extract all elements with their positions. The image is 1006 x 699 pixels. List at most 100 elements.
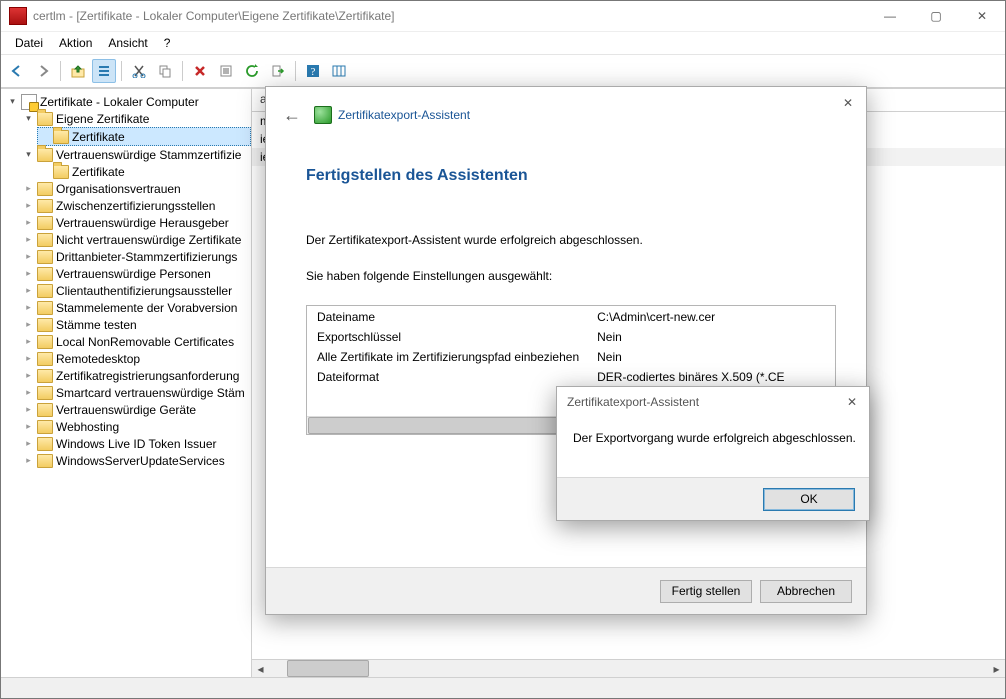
tree-label: Drittanbieter-Stammzertifizierungs	[56, 250, 237, 264]
tree-node[interactable]: ▸Nicht vertrauenswürdige Zertifikate	[21, 231, 251, 248]
finish-button[interactable]: Fertig stellen	[660, 580, 752, 603]
help-icon: ?	[306, 64, 320, 78]
setting-key: Dateiformat	[309, 368, 587, 386]
tree-node[interactable]: ▸Organisationsvertrauen	[21, 180, 251, 197]
certificates-root-icon	[21, 94, 37, 110]
tree-node[interactable]: ▸Vertrauenswürdige Herausgeber	[21, 214, 251, 231]
folder-icon	[37, 335, 53, 349]
tree-label: Remotedesktop	[56, 352, 140, 366]
tree-node[interactable]: ▸Stammelemente der Vorabversion	[21, 299, 251, 316]
tree-node[interactable]: ▸Vertrauenswürdige Geräte	[21, 401, 251, 418]
scroll-left-icon[interactable]: ◂	[252, 660, 269, 677]
menu-action[interactable]: Aktion	[51, 34, 100, 52]
folder-icon	[37, 369, 53, 383]
nav-back-button[interactable]	[5, 59, 29, 83]
tree-panel[interactable]: ▾Zertifikate - Lokaler Computer▾Eigene Z…	[1, 89, 252, 677]
maximize-button[interactable]: ▢	[913, 1, 959, 31]
setting-row: DateiformatDER-codiertes binäres X.509 (…	[309, 368, 833, 386]
tree-node[interactable]: ▾Vertrauenswürdige Stammzertifizie	[21, 146, 251, 163]
scroll-right-icon[interactable]: ▸	[988, 660, 1005, 677]
tree-node[interactable]: ▾Eigene Zertifikate	[21, 110, 251, 127]
export-wizard-dialog: ← Zertifikatexport-Assistent ✕ Fertigste…	[265, 86, 867, 615]
messagebox-close-button[interactable]: ✕	[841, 391, 863, 413]
tree-label: Vertrauenswürdige Stammzertifizie	[56, 148, 241, 162]
tree-node[interactable]: ·Zertifikate	[37, 163, 251, 180]
minimize-button[interactable]: —	[867, 1, 913, 31]
export-button[interactable]	[266, 59, 290, 83]
refresh-button[interactable]	[240, 59, 264, 83]
help-button[interactable]: ?	[301, 59, 325, 83]
wizard-done-text: Der Zertifikatexport-Assistent wurde erf…	[306, 233, 826, 247]
tree-node[interactable]: ▸Drittanbieter-Stammzertifizierungs	[21, 248, 251, 265]
columns-button[interactable]	[327, 59, 351, 83]
tree-node[interactable]: ▸WindowsServerUpdateServices	[21, 452, 251, 469]
tree-node[interactable]: ▸Stämme testen	[21, 316, 251, 333]
folder-icon	[37, 284, 53, 298]
tree-node[interactable]: ▸Zertifikatregistrierungsanforderung	[21, 367, 251, 384]
toolbar-separator	[295, 61, 296, 81]
delete-button[interactable]	[188, 59, 212, 83]
folder-icon	[37, 148, 53, 162]
setting-row: ExportschlüsselNein	[309, 328, 833, 346]
horizontal-scrollbar[interactable]: ◂ ▸	[252, 659, 1005, 677]
toolbar-separator	[121, 61, 122, 81]
window-title: certlm - [Zertifikate - Lokaler Computer…	[33, 9, 394, 23]
tree-label: Stämme testen	[56, 318, 137, 332]
nav-forward-button[interactable]	[31, 59, 55, 83]
cancel-button[interactable]: Abbrechen	[760, 580, 852, 603]
menu-file[interactable]: Datei	[7, 34, 51, 52]
wizard-close-button[interactable]: ✕	[838, 93, 858, 113]
tree-label: Zertifikatregistrierungsanforderung	[56, 369, 239, 383]
tree-node[interactable]: ·Zertifikate	[37, 127, 251, 146]
tree-root-node[interactable]: ▾Zertifikate - Lokaler Computer	[5, 93, 251, 110]
wizard-icon	[314, 106, 332, 124]
messagebox-title-text: Zertifikatexport-Assistent	[567, 395, 699, 409]
statusbar	[1, 677, 1005, 698]
columns-icon	[332, 64, 346, 78]
titlebar[interactable]: certlm - [Zertifikate - Lokaler Computer…	[1, 1, 1005, 32]
copy-button[interactable]	[153, 59, 177, 83]
tree-label: Local NonRemovable Certificates	[56, 335, 234, 349]
setting-row: DateinameC:\Admin\cert-new.cer	[309, 308, 833, 326]
delete-icon	[193, 64, 207, 78]
setting-value: C:\Admin\cert-new.cer	[589, 308, 833, 326]
ok-button[interactable]: OK	[763, 488, 855, 511]
wizard-header: ← Zertifikatexport-Assistent ✕	[266, 87, 866, 143]
view-list-button[interactable]	[92, 59, 116, 83]
copy-icon	[158, 64, 172, 78]
folder-icon	[37, 233, 53, 247]
cut-button[interactable]	[127, 59, 151, 83]
tree-node[interactable]: ▸Remotedesktop	[21, 350, 251, 367]
properties-button[interactable]	[214, 59, 238, 83]
tree-node[interactable]: ▸Smartcard vertrauenswürdige Stäm	[21, 384, 251, 401]
tree-node[interactable]: ▸Clientauthentifizierungsaussteller	[21, 282, 251, 299]
setting-value: DER-codiertes binäres X.509 (*.CE	[589, 368, 833, 386]
tree-label: Smartcard vertrauenswürdige Stäm	[56, 386, 245, 400]
up-level-button[interactable]	[66, 59, 90, 83]
export-icon	[271, 64, 285, 78]
tree-label: Windows Live ID Token Issuer	[56, 437, 217, 451]
scroll-thumb[interactable]	[287, 660, 369, 677]
tree-label: Vertrauenswürdige Geräte	[56, 403, 196, 417]
messagebox-footer: OK	[557, 477, 869, 520]
tree-node[interactable]: ▸Local NonRemovable Certificates	[21, 333, 251, 350]
tree-node[interactable]: ▸Windows Live ID Token Issuer	[21, 435, 251, 452]
wizard-back-button[interactable]: ←	[278, 101, 306, 129]
window-system-buttons: — ▢ ✕	[867, 1, 1005, 31]
tree-label: Webhosting	[56, 420, 119, 434]
menu-help[interactable]: ?	[156, 34, 179, 52]
folder-icon	[37, 454, 53, 468]
messagebox-title[interactable]: Zertifikatexport-Assistent ✕	[557, 387, 869, 417]
tree-label: WindowsServerUpdateServices	[56, 454, 225, 468]
tree-label: Stammelemente der Vorabversion	[56, 301, 237, 315]
close-button[interactable]: ✕	[959, 1, 1005, 31]
tree-node[interactable]: ▸Webhosting	[21, 418, 251, 435]
menu-view[interactable]: Ansicht	[100, 34, 155, 52]
tree-node[interactable]: ▸Vertrauenswürdige Personen	[21, 265, 251, 282]
tree-label: Zertifikate	[72, 165, 125, 179]
wizard-heading: Fertigstellen des Assistenten	[306, 167, 826, 185]
tree-label: Organisationsvertrauen	[56, 182, 181, 196]
tree-node[interactable]: ▸Zwischenzertifizierungsstellen	[21, 197, 251, 214]
tree-label: Vertrauenswürdige Herausgeber	[56, 216, 229, 230]
properties-icon	[219, 64, 233, 78]
